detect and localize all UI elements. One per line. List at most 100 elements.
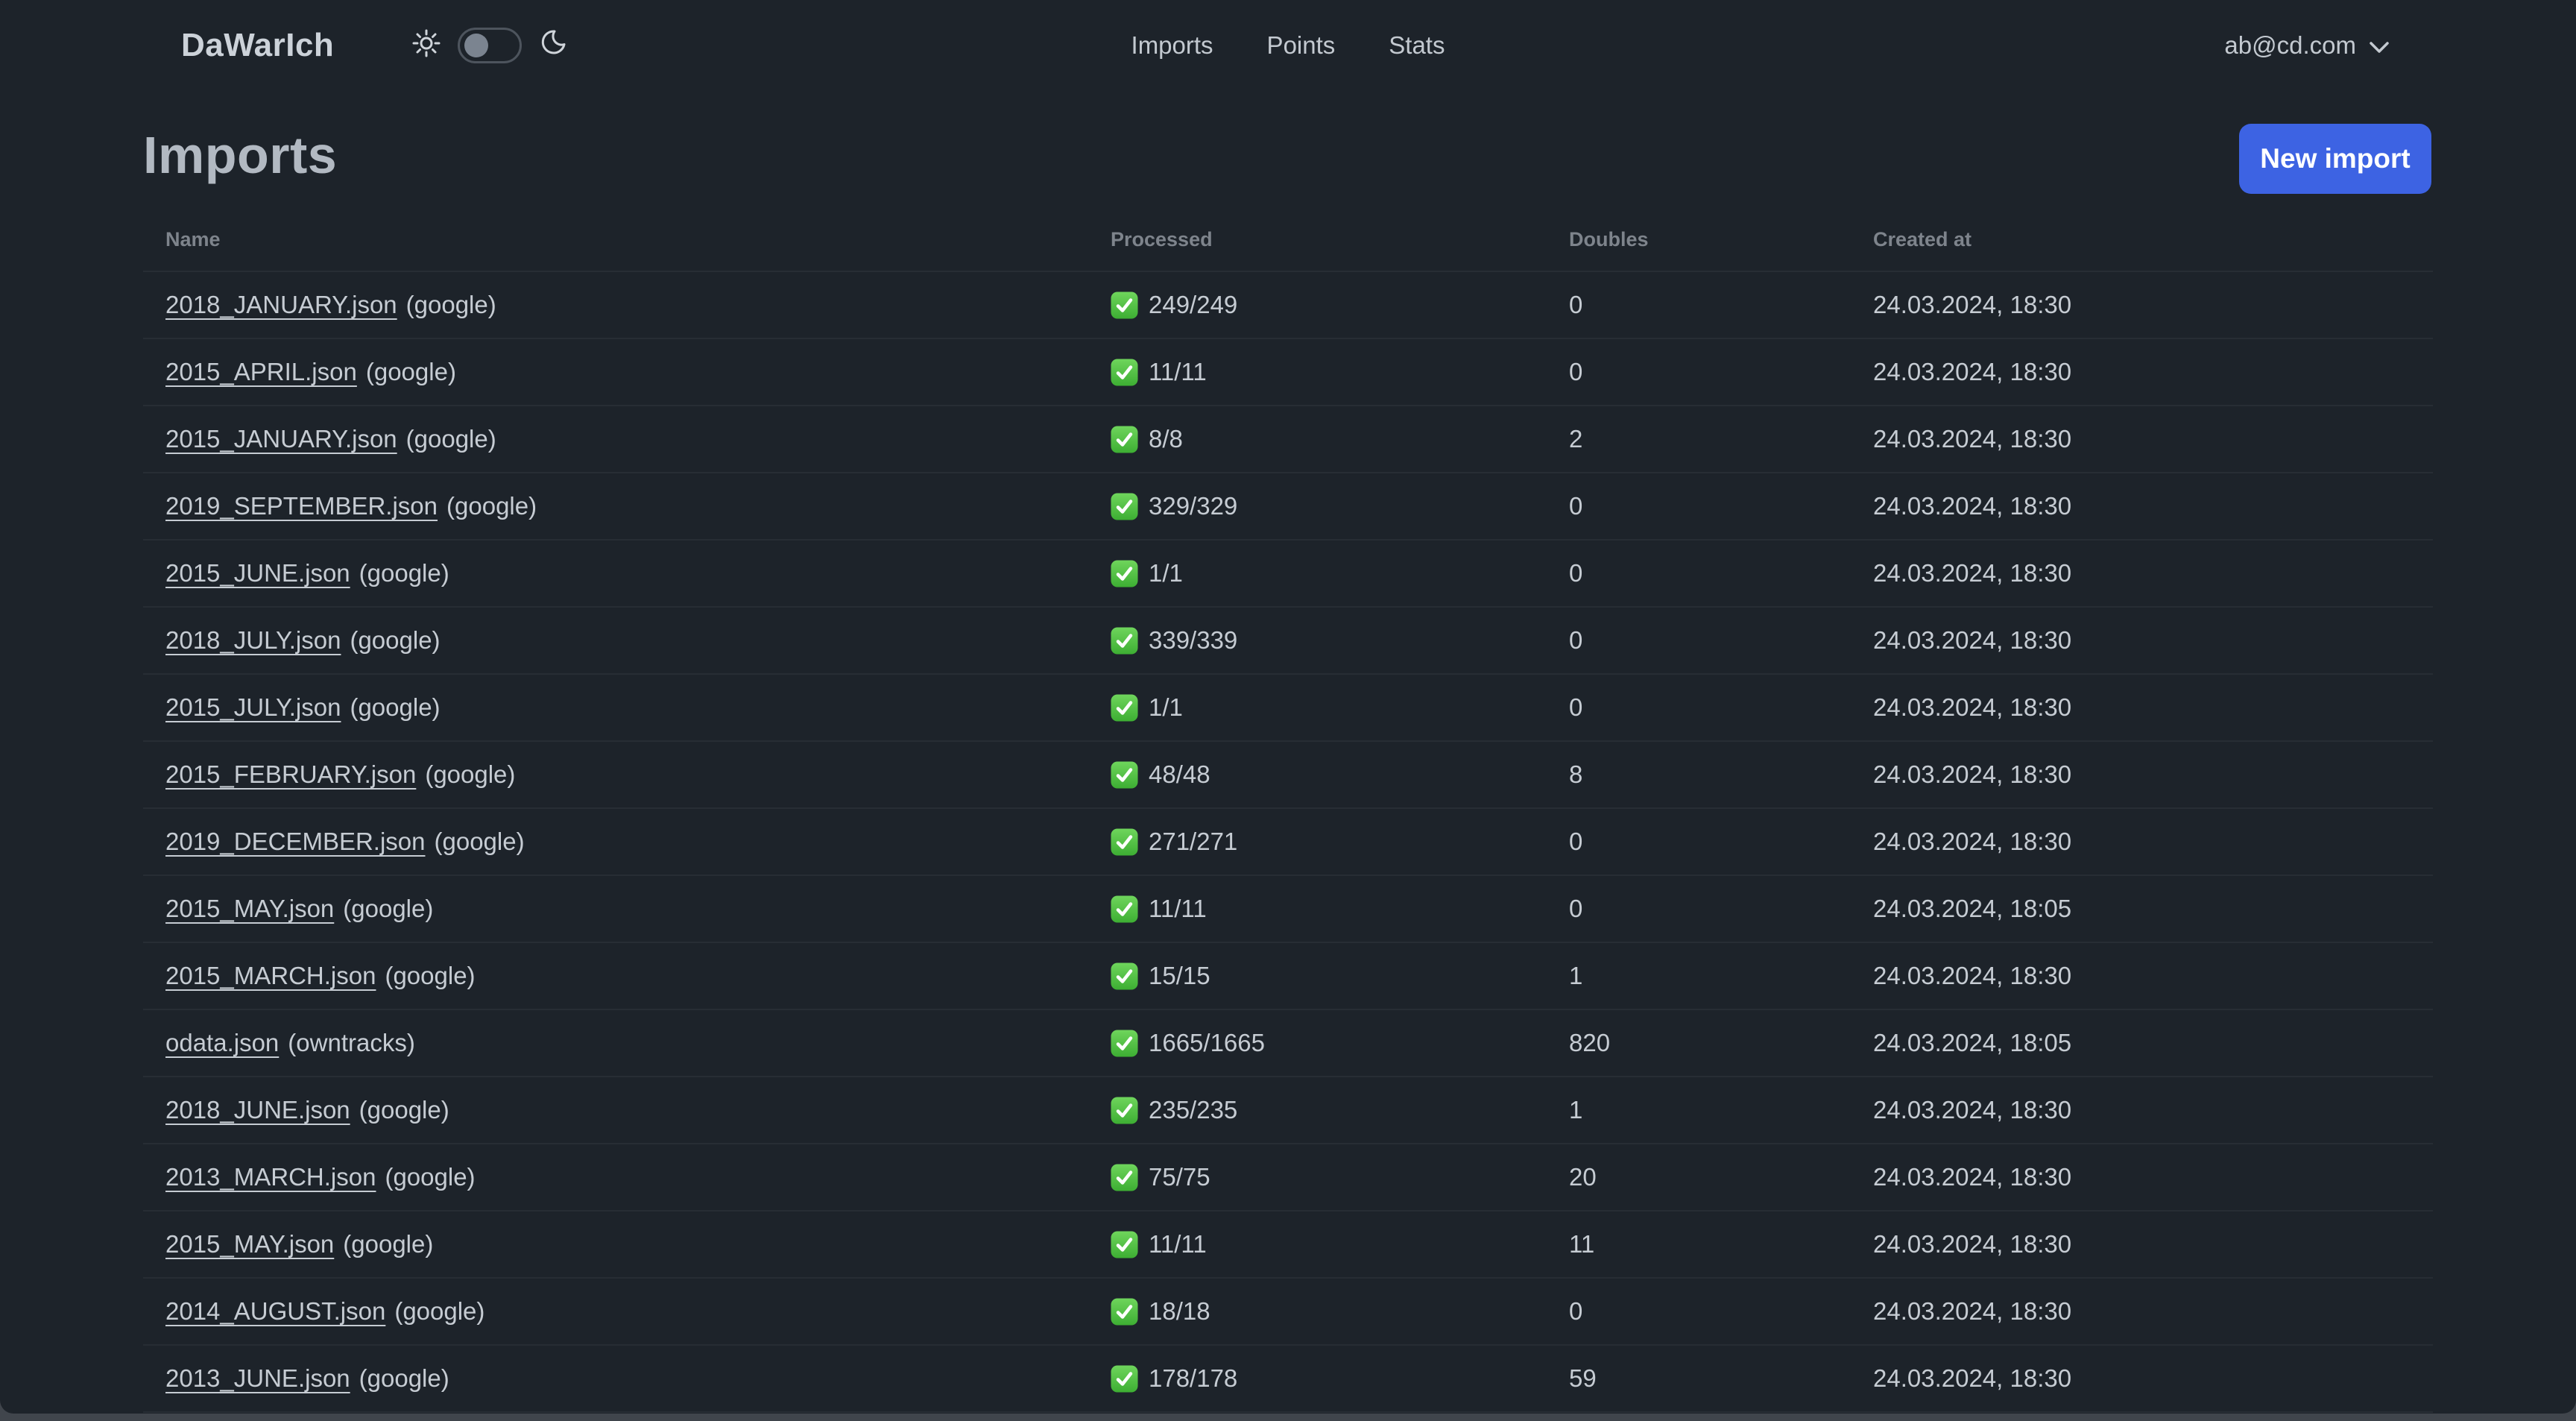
processed-count: 178/178	[1149, 1364, 1238, 1392]
import-doubles-cell: 0	[1569, 1277, 1873, 1345]
check-icon	[1111, 426, 1138, 453]
import-file-link[interactable]: 2014_AUGUST.json	[165, 1297, 385, 1325]
import-source-label: (owntracks)	[288, 1029, 415, 1056]
import-source-label: (google)	[350, 693, 441, 721]
import-created-cell: 24.03.2024, 18:30	[1873, 740, 2433, 808]
table-row: odata.json (owntracks) 1665/1665 820 24.0…	[143, 1009, 2433, 1077]
processed-count: 271/271	[1149, 828, 1238, 855]
import-name-cell: 2018_JANUARY.json (google)	[143, 271, 1111, 338]
import-processed-cell: 8/8	[1111, 405, 1569, 473]
import-name-cell: 2015_JUNE.json (google)	[143, 539, 1111, 607]
import-doubles-cell: 11	[1569, 1210, 1873, 1278]
import-processed-cell: 18/18	[1111, 1277, 1569, 1345]
import-created-cell: 24.03.2024, 18:05	[1873, 875, 2433, 942]
import-created-cell: 24.03.2024, 18:30	[1873, 1076, 2433, 1144]
main-nav: Imports Points Stats	[1131, 0, 1445, 90]
app-window: DaWarIch Imports Points Stats ab@cd.com …	[0, 0, 2576, 1414]
import-file-link[interactable]: 2015_JULY.json	[165, 693, 341, 721]
import-file-link[interactable]: 2018_JANUARY.json	[165, 291, 397, 318]
check-icon	[1111, 1164, 1138, 1191]
import-created-cell: 24.03.2024, 18:30	[1873, 1277, 2433, 1345]
import-file-link[interactable]: 2015_MAY.json	[165, 895, 334, 922]
import-processed-cell: 329/329	[1111, 472, 1569, 540]
check-icon	[1111, 560, 1138, 587]
import-created-cell: 24.03.2024, 18:30	[1873, 1344, 2433, 1412]
theme-toggle-switch[interactable]	[458, 27, 523, 63]
import-source-label: (google)	[385, 962, 476, 989]
import-file-link[interactable]: 2018_JULY.json	[165, 626, 341, 654]
nav-link-imports[interactable]: Imports	[1131, 31, 1213, 60]
import-file-link[interactable]: 2015_JUNE.json	[165, 559, 350, 587]
import-file-link[interactable]: 2015_APRIL.json	[165, 358, 357, 385]
import-processed-cell	[1111, 1411, 1569, 1414]
import-processed-cell: 48/48	[1111, 740, 1569, 808]
import-file-link[interactable]: 2019_SEPTEMBER.json	[165, 492, 438, 520]
check-icon	[1111, 359, 1138, 386]
imports-page: Imports New import Name Processed Double…	[0, 124, 2576, 1414]
page-title: Imports	[143, 126, 338, 184]
table-row: 2013_MARCH.json (google) 75/75 20 24.03.2…	[143, 1143, 2433, 1211]
import-processed-cell: 339/339	[1111, 606, 1569, 674]
nav-link-points[interactable]: Points	[1267, 31, 1336, 60]
import-file-link[interactable]: 2013_MARCH.json	[165, 1163, 376, 1191]
import-source-label: (google)	[343, 895, 434, 922]
sun-icon	[411, 28, 441, 62]
import-name-cell: 2013_JUNE.json (google)	[143, 1344, 1111, 1412]
import-file-link[interactable]: 2015_MARCH.json	[165, 962, 376, 989]
import-file-link[interactable]: 2013_JUNE.json	[165, 1364, 350, 1392]
check-icon	[1111, 1298, 1138, 1326]
theme-toggle-knob	[464, 33, 489, 57]
processed-count: 8/8	[1149, 425, 1183, 453]
import-source-label: (google)	[385, 1163, 476, 1191]
new-import-button[interactable]: New import	[2239, 124, 2431, 194]
processed-count: 339/339	[1149, 626, 1238, 654]
import-file-link[interactable]: 2015_FEBRUARY.json	[165, 760, 416, 788]
import-name-cell: 2015_MAY.json (google)	[143, 1210, 1111, 1278]
nav-link-stats[interactable]: Stats	[1389, 31, 1445, 60]
import-processed-cell: 178/178	[1111, 1344, 1569, 1412]
import-name-cell: 2013_MARCH.json (google)	[143, 1143, 1111, 1211]
import-doubles-cell: 59	[1569, 1344, 1873, 1412]
processed-count: 11/11	[1149, 358, 1207, 385]
table-row: 2019_SEPTEMBER.json (google) 329/329 0 24…	[143, 472, 2433, 540]
column-header-created-at: Created at	[1873, 228, 1972, 251]
check-icon	[1111, 694, 1138, 722]
import-source-label: (google)	[350, 626, 441, 654]
table-row: 2018_JANUARY.json (google) 249/249 0 24.0…	[143, 271, 2433, 338]
import-source-label: (google)	[405, 291, 496, 318]
column-header-name: Name	[165, 228, 221, 251]
processed-count: 18/18	[1149, 1297, 1210, 1325]
app-logo: DaWarIch	[181, 26, 335, 63]
import-file-link[interactable]: 2015_MAY.json	[165, 1230, 334, 1258]
moon-icon	[538, 29, 566, 61]
import-doubles-cell: 8	[1569, 740, 1873, 808]
import-doubles-cell: 0	[1569, 539, 1873, 607]
import-created-cell: 24.03.2024, 18:30	[1873, 539, 2433, 607]
import-name-cell: 2015_JULY.json (google)	[143, 673, 1111, 741]
import-file-link[interactable]: 2019_DECEMBER.json	[165, 828, 426, 855]
import-processed-cell: 11/11	[1111, 338, 1569, 406]
import-processed-cell: 1665/1665	[1111, 1009, 1569, 1077]
import-doubles-cell: 0	[1569, 875, 1873, 942]
screenshot-root: DaWarIch Imports Points Stats ab@cd.com …	[0, 0, 2576, 1421]
processed-count: 48/48	[1149, 760, 1210, 788]
import-created-cell: 24.03.2024, 18:30	[1873, 807, 2433, 875]
table-row: 2015_MARCH.json (google) 15/15 1 24.03.20…	[143, 942, 2433, 1009]
check-icon	[1111, 627, 1138, 655]
check-icon	[1111, 1231, 1138, 1258]
processed-count: 15/15	[1149, 962, 1210, 989]
table-row: 2015_MAY.json (google) 11/11 11 24.03.202…	[143, 1210, 2433, 1278]
import-name-cell: odata.json (owntracks)	[143, 1009, 1111, 1077]
import-processed-cell: 1/1	[1111, 539, 1569, 607]
account-menu[interactable]: ab@cd.com	[2224, 31, 2389, 60]
import-created-cell: 24.03.2024, 18:30	[1873, 1210, 2433, 1278]
import-doubles-cell: 0	[1569, 338, 1873, 406]
import-file-link[interactable]: 2018_JUNE.json	[165, 1096, 350, 1124]
table-row: 2015_MAY.json (google) 11/11 0 24.03.2024…	[143, 875, 2433, 942]
import-name-cell: 2015_MARCH.json (google)	[143, 942, 1111, 1009]
import-created-cell: 24.03.2024, 18:30	[1873, 1143, 2433, 1211]
import-file-link[interactable]: odata.json	[165, 1029, 279, 1056]
check-icon	[1111, 292, 1138, 319]
check-icon	[1111, 1030, 1138, 1057]
import-file-link[interactable]: 2015_JANUARY.json	[165, 425, 397, 453]
